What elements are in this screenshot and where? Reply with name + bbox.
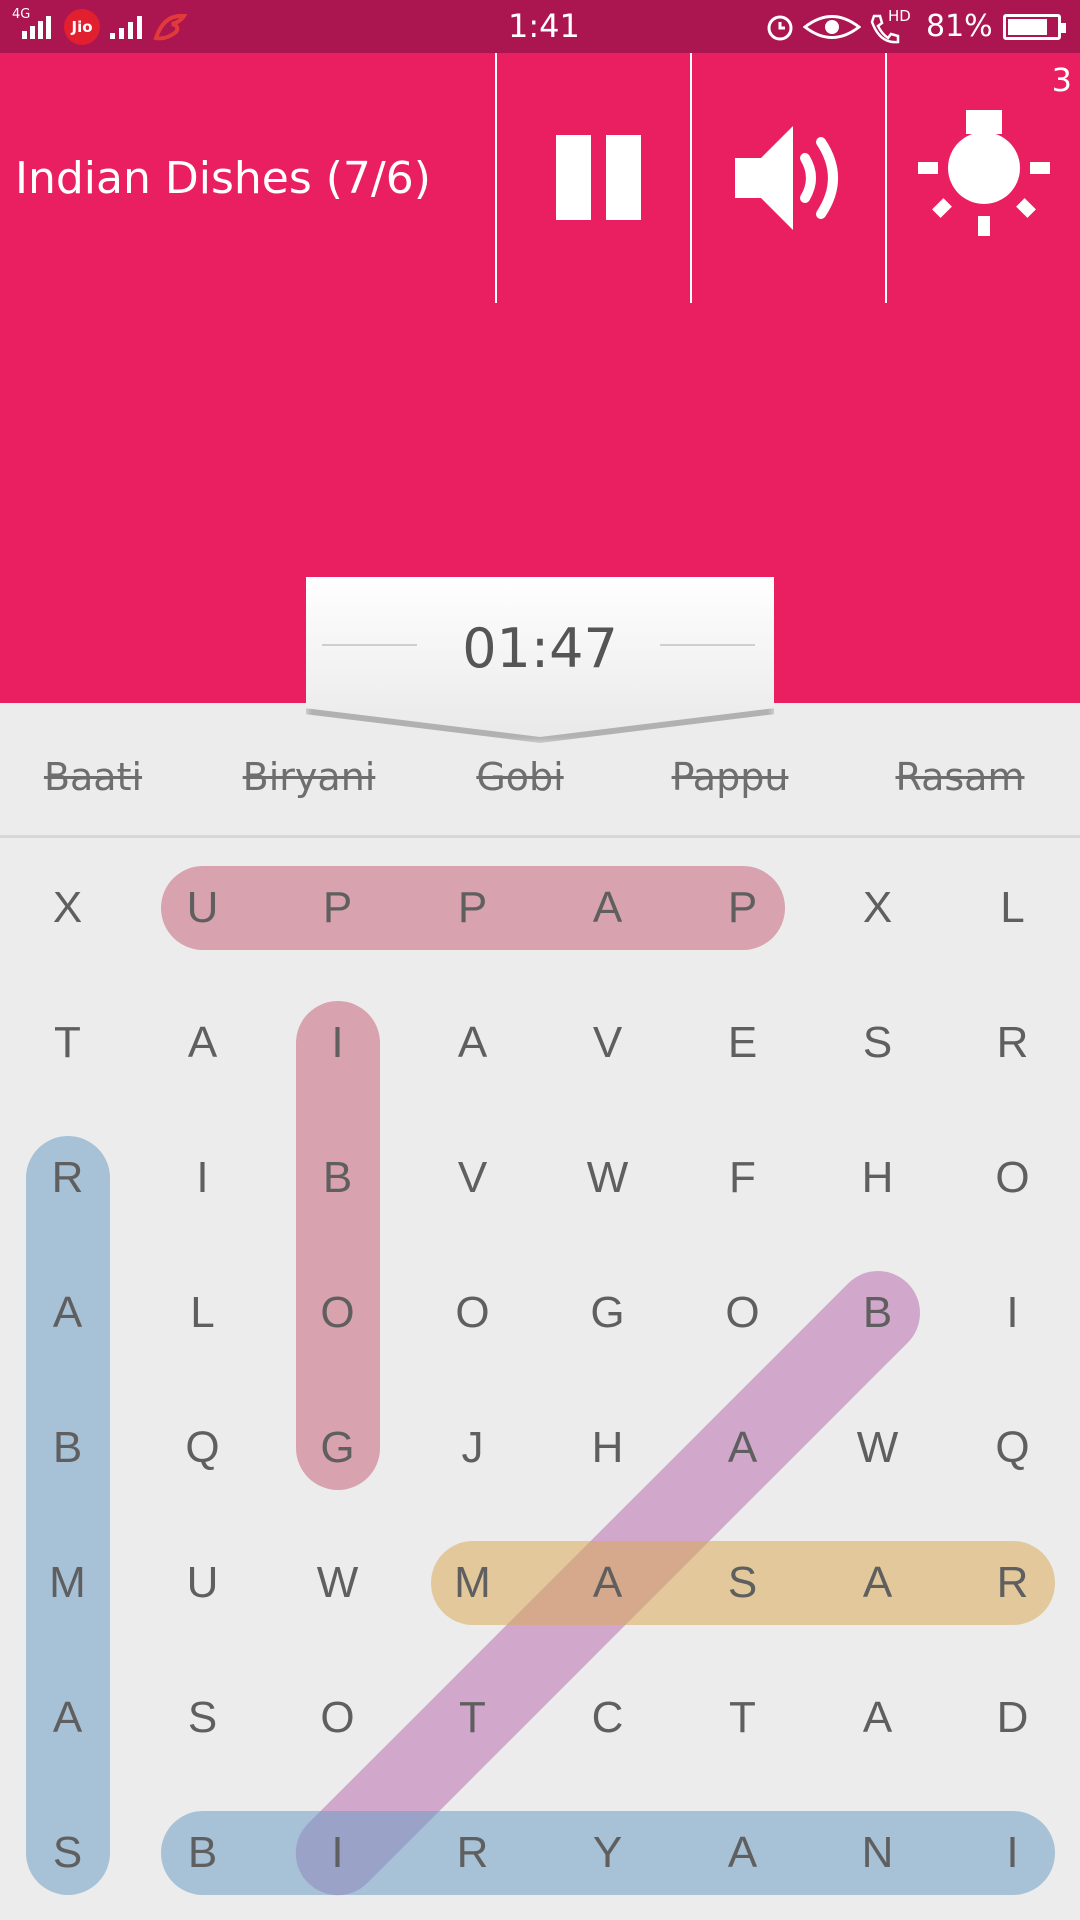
- header-divider: [495, 53, 497, 303]
- eye-icon: [803, 15, 861, 39]
- letter-grid[interactable]: XUPPAPXLTAIAVESRRIBVWFHOALOOGOBIBQGJHAWQ…: [0, 840, 1080, 1920]
- grid-cell[interactable]: D: [945, 1650, 1080, 1785]
- grid-cell[interactable]: V: [540, 975, 675, 1110]
- grid-cell[interactable]: A: [135, 975, 270, 1110]
- grid-cell[interactable]: U: [135, 840, 270, 975]
- grid-cell[interactable]: A: [540, 840, 675, 975]
- word-item: Rasam: [895, 755, 1025, 799]
- grid-cell[interactable]: E: [675, 975, 810, 1110]
- grid-cell[interactable]: R: [945, 975, 1080, 1110]
- status-bar: 4G Jio 1:41 HD 81%: [0, 0, 1080, 53]
- grid-cell[interactable]: R: [405, 1785, 540, 1920]
- sound-button[interactable]: [693, 83, 883, 273]
- grid-cell[interactable]: X: [810, 840, 945, 975]
- battery-icon: [1003, 14, 1066, 40]
- grid-cell[interactable]: F: [675, 1110, 810, 1245]
- battery-percent: 81%: [926, 9, 993, 44]
- grid-cell[interactable]: Y: [540, 1785, 675, 1920]
- grid-cell[interactable]: S: [675, 1515, 810, 1650]
- grid-cell[interactable]: I: [945, 1785, 1080, 1920]
- header-divider: [885, 53, 887, 303]
- grid-cell[interactable]: T: [405, 1650, 540, 1785]
- grid-cell[interactable]: G: [540, 1245, 675, 1380]
- grid-cell[interactable]: A: [675, 1380, 810, 1515]
- grid-cell[interactable]: A: [405, 975, 540, 1110]
- grid-cell[interactable]: Q: [945, 1380, 1080, 1515]
- grid-cell[interactable]: M: [0, 1515, 135, 1650]
- grid-cell[interactable]: O: [270, 1650, 405, 1785]
- word-list-divider: [0, 835, 1080, 838]
- grid-cell[interactable]: H: [540, 1380, 675, 1515]
- battery-fill: [1008, 19, 1047, 35]
- grid-cell[interactable]: I: [270, 1785, 405, 1920]
- grid-cell[interactable]: M: [405, 1515, 540, 1650]
- grid-cell[interactable]: A: [0, 1650, 135, 1785]
- grid-cell[interactable]: A: [0, 1245, 135, 1380]
- grid-cell[interactable]: H: [810, 1110, 945, 1245]
- header-divider: [690, 53, 692, 303]
- hint-button[interactable]: [888, 83, 1078, 273]
- hint-count-badge: 3: [1051, 61, 1072, 99]
- grid-cell[interactable]: G: [270, 1380, 405, 1515]
- grid-cell[interactable]: R: [0, 1110, 135, 1245]
- grid-cell[interactable]: B: [135, 1785, 270, 1920]
- grid-cell[interactable]: O: [405, 1245, 540, 1380]
- pause-button[interactable]: [498, 83, 688, 273]
- word-item: Baati: [43, 755, 143, 799]
- grid-cell[interactable]: T: [675, 1650, 810, 1785]
- grid-cell[interactable]: S: [810, 975, 945, 1110]
- grid-cell[interactable]: I: [135, 1110, 270, 1245]
- grid-cell[interactable]: I: [270, 975, 405, 1110]
- word-list: Baati Biryani Gobi Pappu Rasam: [0, 740, 1080, 835]
- grid-cell[interactable]: P: [405, 840, 540, 975]
- grid-cell[interactable]: R: [945, 1515, 1080, 1650]
- word-item: Biryani: [242, 755, 376, 799]
- grid-cell[interactable]: U: [135, 1515, 270, 1650]
- grid-cell[interactable]: A: [810, 1515, 945, 1650]
- grid-cell[interactable]: P: [270, 840, 405, 975]
- grid-cell[interactable]: A: [675, 1785, 810, 1920]
- grid-cell[interactable]: V: [405, 1110, 540, 1245]
- grid-cell[interactable]: S: [0, 1785, 135, 1920]
- app-notification-icon: [153, 13, 188, 41]
- grid-cell[interactable]: N: [810, 1785, 945, 1920]
- word-item: Gobi: [476, 755, 564, 799]
- grid-cell[interactable]: B: [810, 1245, 945, 1380]
- grid-cell[interactable]: P: [675, 840, 810, 975]
- grid-cell[interactable]: I: [945, 1245, 1080, 1380]
- grid-cell[interactable]: W: [540, 1110, 675, 1245]
- grid-cell[interactable]: T: [0, 975, 135, 1110]
- grid-cell[interactable]: L: [945, 840, 1080, 975]
- grid-cell[interactable]: B: [0, 1380, 135, 1515]
- grid-cell[interactable]: W: [270, 1515, 405, 1650]
- jio-carrier-icon: Jio: [64, 9, 100, 45]
- lightbulb-icon: [918, 110, 1050, 236]
- grid-cell[interactable]: S: [135, 1650, 270, 1785]
- grid-cell[interactable]: B: [270, 1110, 405, 1245]
- hd-label: HD: [888, 7, 911, 25]
- word-item: Pappu: [671, 755, 789, 799]
- grid-cell[interactable]: L: [135, 1245, 270, 1380]
- grid-cell[interactable]: Q: [135, 1380, 270, 1515]
- level-title: Indian Dishes (7/6): [15, 153, 431, 204]
- alarm-icon: [767, 15, 793, 41]
- speaker-icon: [735, 126, 838, 230]
- grid-cell[interactable]: X: [0, 840, 135, 975]
- grid-cell[interactable]: A: [810, 1650, 945, 1785]
- clock-time: 1:41: [508, 7, 580, 45]
- grid-cell[interactable]: O: [270, 1245, 405, 1380]
- grid-cell[interactable]: J: [405, 1380, 540, 1515]
- timer-display: 01:47: [462, 617, 618, 680]
- grid-cell[interactable]: O: [675, 1245, 810, 1380]
- grid-cell[interactable]: O: [945, 1110, 1080, 1245]
- grid-cell[interactable]: W: [810, 1380, 945, 1515]
- grid-cell[interactable]: C: [540, 1650, 675, 1785]
- grid-cell[interactable]: A: [540, 1515, 675, 1650]
